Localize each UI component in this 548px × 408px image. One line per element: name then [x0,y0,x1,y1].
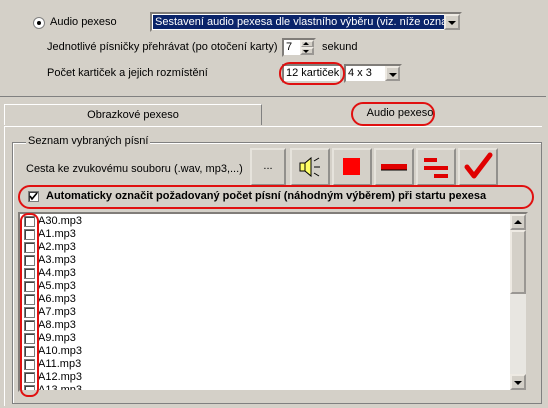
chevron-down-icon [448,21,456,25]
chevron-down-icon [389,73,397,77]
scroll-thumb[interactable] [510,230,526,294]
mode-select-value: Sestavení audio pexesa dle vlastního výb… [153,15,445,29]
scroll-down-button[interactable] [510,374,526,390]
song-list-item[interactable]: A8.mp3 [20,319,510,332]
annotation-ring-auto-check [18,185,534,209]
song-name: A2.mp3 [38,241,76,253]
remove-all-button[interactable] [416,148,456,186]
song-name: A1.mp3 [38,228,76,240]
song-name: A13.mp3 [38,384,83,391]
song-name: A8.mp3 [38,319,76,331]
song-list-item[interactable]: A13.mp3 [20,384,510,391]
tab-obrazkove-pexeso[interactable]: Obrazkové pexeso [4,104,262,125]
seconds-unit: sekund [322,41,358,53]
arrow-up-icon [303,42,309,45]
song-list-item[interactable]: A11.mp3 [20,358,510,371]
song-list-item[interactable]: A6.mp3 [20,293,510,306]
stop-icon [343,158,360,175]
song-rows: A30.mp3 A1.mp3 A2.mp3 A3.mp3 A4.mp3 A5.mp3 A6.… [20,215,510,391]
song-list-item[interactable]: A2.mp3 [20,241,510,254]
song-name: A10.mp3 [38,345,83,357]
annotation-ring-checkbox-column [20,213,39,397]
radio-label: Audio pexeso [50,16,117,28]
song-list-item[interactable]: A30.mp3 [20,215,510,228]
song-list[interactable]: A30.mp3 A1.mp3 A2.mp3 A3.mp3 A4.mp3 A5.mp3 A6.… [18,212,528,392]
arrow-down-icon [514,381,522,385]
annotation-ring-tab [351,102,435,126]
tab-bar: Obrazkové pexeso Audio pexeso [4,102,542,126]
remove-button[interactable] [374,148,414,186]
song-name: A4.mp3 [38,267,76,279]
mode-select[interactable]: Sestavení audio pexesa dle vlastního výb… [150,12,462,32]
song-name: A7.mp3 [38,306,76,318]
song-list-item[interactable]: A5.mp3 [20,280,510,293]
speaker-icon [299,156,320,178]
song-name: A6.mp3 [38,293,76,305]
vertical-scrollbar[interactable] [510,214,526,390]
browse-button[interactable]: ... [250,148,286,186]
song-list-item[interactable]: A1.mp3 [20,228,510,241]
mode-select-dropdown-button[interactable] [444,14,460,30]
song-name: A12.mp3 [38,371,83,383]
play-sound-button[interactable] [290,148,330,186]
remove-all-icon [424,158,448,178]
song-name: A9.mp3 [38,332,76,344]
play-seconds-value: 7 [286,41,293,53]
cards-layout-select[interactable]: 4 x 3 [344,64,402,83]
arrow-up-icon [514,220,522,224]
song-list-item[interactable]: A4.mp3 [20,267,510,280]
songs-group-title: Seznam vybraných písní [26,135,151,147]
song-name: A3.mp3 [38,254,76,266]
audio-pexeso-radio[interactable]: Audio pexeso [33,16,143,30]
stepper-down-button[interactable] [300,47,314,55]
song-list-item[interactable]: A7.mp3 [20,306,510,319]
song-list-item[interactable]: A9.mp3 [20,332,510,345]
play-seconds-stepper[interactable]: 7 [282,38,316,57]
cards-layout-dropdown-button[interactable] [385,66,400,81]
browse-label: ... [263,160,273,172]
annotation-ring-cards [279,62,345,85]
song-name: A11.mp3 [38,358,82,370]
tab-label: Obrazkové pexeso [87,109,179,121]
song-list-item[interactable]: A12.mp3 [20,371,510,384]
song-list-item[interactable]: A10.mp3 [20,345,510,358]
arrow-down-icon [303,50,309,53]
cards-layout-value: 4 x 3 [348,67,372,79]
confirm-button[interactable] [458,148,498,186]
song-list-item[interactable]: A3.mp3 [20,254,510,267]
remove-icon [381,164,407,171]
cards-label: Počet kartiček a jejich rozmístění [47,67,208,79]
stop-button[interactable] [332,148,372,186]
song-name: A30.mp3 [38,215,83,227]
path-label: Cesta ke zvukovému souboru (.wav, mp3,..… [26,163,243,175]
scroll-up-button[interactable] [510,214,526,230]
song-name: A5.mp3 [38,280,76,292]
play-label: Jednotlivé písničky přehrávat (po otočen… [47,41,278,53]
confirm-check-icon [464,152,493,179]
radio-button[interactable] [33,17,45,29]
